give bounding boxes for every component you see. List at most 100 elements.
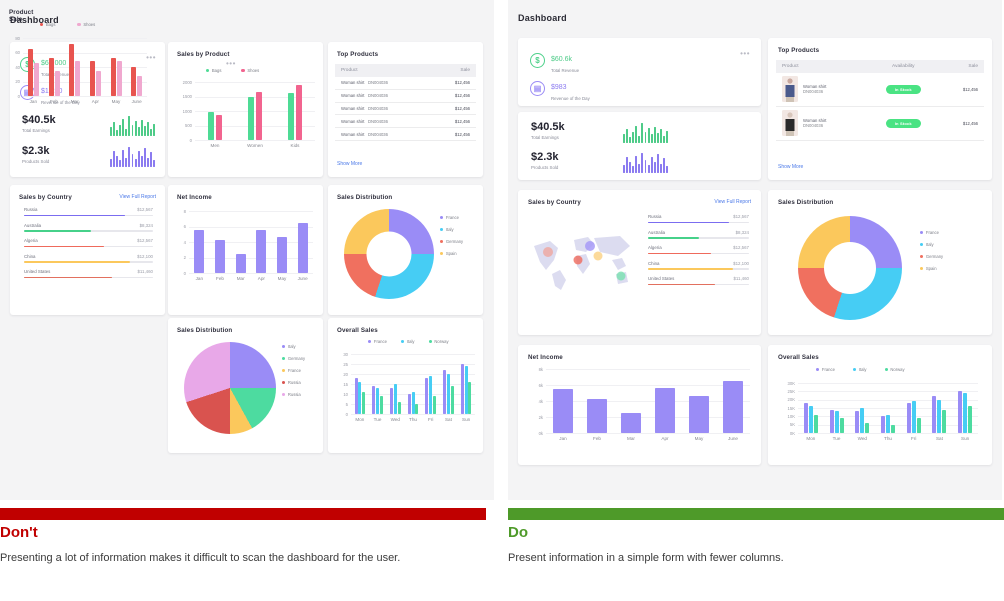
country-name: Russia <box>648 214 662 219</box>
x-axis-label: Apr <box>91 99 99 104</box>
legend-color-dot <box>400 339 405 344</box>
dont-color-bar <box>0 508 486 520</box>
net-income-chart: 0 2 4 6 8 Jan Feb Mar Apr May June <box>177 209 313 285</box>
chart-bar <box>932 396 937 433</box>
top-products-table: Product Sale Woman shirt DN004036 $12,456 W… <box>335 64 476 141</box>
ellipsis-icon[interactable]: ••• <box>226 60 236 68</box>
donut-hole <box>824 242 876 294</box>
legend-item: Germany <box>282 356 305 361</box>
y-axis-tick: 0 <box>183 270 186 276</box>
chart-bar <box>906 403 911 433</box>
legend-item: Italy <box>440 227 463 232</box>
table-row[interactable]: Woman shirt DN004036 In Stock $12,456 <box>776 73 984 107</box>
donut-hole <box>366 231 412 277</box>
legend-item: Bags <box>40 22 55 27</box>
x-axis-label: Jan <box>195 276 204 281</box>
table-body: Woman shirt DN004036 In Stock $12,456 Woman … <box>776 73 984 141</box>
gridline <box>351 364 475 365</box>
legend-item: Norway <box>884 367 905 372</box>
gridline <box>189 226 313 227</box>
chart-bar <box>95 70 101 96</box>
x-axis-label: Mon <box>806 436 816 441</box>
show-more-link[interactable]: Show More <box>337 161 362 167</box>
legend-label: Germany <box>445 239 464 244</box>
legend-item: Germany <box>440 239 463 244</box>
country-name: China <box>648 260 660 266</box>
product-name: Woman shirt <box>341 118 365 124</box>
legend-item: Russia <box>282 380 305 385</box>
chart-bar <box>116 61 122 96</box>
table-row[interactable]: Woman shirt DN004036 $12,456 <box>335 77 476 90</box>
table-row[interactable]: Woman shirt DN004036 $12,456 <box>335 102 476 116</box>
ellipsis-icon[interactable]: ••• <box>740 50 750 58</box>
chart-bar <box>553 389 573 433</box>
legend-color-dot <box>440 215 444 220</box>
progress-fill <box>24 261 130 263</box>
net-income-card: Net Income 0 2 4 6 8 Jan Feb Mar Apr May June <box>168 185 323 315</box>
chart-bar <box>834 411 839 433</box>
chart-bar <box>397 402 401 414</box>
legend-color-dot <box>428 339 432 344</box>
show-more-link[interactable]: Show More <box>778 164 803 170</box>
ellipsis-icon[interactable]: ••• <box>146 54 156 62</box>
table-row[interactable]: Woman shirt DN004036 $12,456 <box>335 127 476 141</box>
legend-label: Italy <box>925 242 934 247</box>
progress-fill <box>648 268 733 270</box>
table-row[interactable]: Woman shirt DN004036 $12,456 <box>335 114 476 129</box>
legend-label: Germany <box>287 356 306 361</box>
legend-label: France <box>445 215 459 220</box>
chart-bar <box>433 396 436 414</box>
table-row[interactable]: Woman shirt DN004036 $12,456 <box>335 89 476 103</box>
product-code: DN004036 <box>367 93 388 99</box>
comparison-page: Dashboard ••• $ $60,000 Total Revenue ▤ … <box>0 0 1004 601</box>
legend-item: Shoes <box>77 22 95 27</box>
progress-fill <box>648 252 711 255</box>
legend-label: Norway <box>434 339 449 344</box>
x-axis-label: Sun <box>462 417 471 422</box>
product-thumbnail <box>782 76 798 103</box>
chart-bar <box>968 406 973 433</box>
chart-bar <box>407 394 411 414</box>
legend-color-dot <box>920 266 924 271</box>
y-axis-tick: 5 <box>345 401 348 407</box>
product-code: DN004036 <box>367 118 388 124</box>
x-axis-label: May <box>277 276 287 281</box>
table-row[interactable]: Woman shirt DN004036 In Stock $12,456 <box>776 106 984 141</box>
x-axis-label: Jan <box>29 99 38 104</box>
y-axis-tick: 1500 <box>182 94 192 99</box>
gridline <box>798 433 978 434</box>
total-earnings-value: $40.5k <box>531 121 565 133</box>
gridline <box>23 81 147 82</box>
product-cell: Woman shirt DN004036 <box>776 73 866 107</box>
net-income-card: Net Income 0k 2k 4k 6k 8k Jan Feb Mar Apr May June <box>518 345 761 465</box>
legend-color-dot <box>282 356 286 361</box>
products-sold-label: Products Sold <box>531 164 559 170</box>
y-axis-tick: 500 <box>185 123 192 128</box>
chart-bar <box>813 414 818 433</box>
gridline <box>351 354 475 355</box>
product-code: DN004036 <box>367 131 388 137</box>
chart-bar <box>376 388 380 414</box>
product-thumbnail <box>782 110 798 137</box>
view-full-report-link[interactable]: View Full Report <box>119 194 156 200</box>
card-title: Product Sale <box>9 9 34 23</box>
gridline <box>189 273 313 274</box>
card-title: Top Products <box>337 51 379 58</box>
country-value: $11,460 <box>137 269 153 275</box>
world-map-graphic <box>534 236 630 290</box>
progress-fill <box>648 221 729 224</box>
chart-bar <box>464 366 468 414</box>
country-row: Algeria $12,567 <box>24 238 153 248</box>
chart-bar <box>389 388 393 414</box>
sales-distribution-card: Sales Distribution France Italy Germany Spa… <box>328 185 483 315</box>
sale-cell: $12,456 <box>431 127 476 141</box>
country-value: $8,324 <box>735 229 749 235</box>
chart-bar <box>131 67 137 96</box>
y-axis-tick: 20K <box>787 397 795 403</box>
country-list: Russia $12,567 Australia $8,324 Algeria $12,5… <box>24 207 153 285</box>
chart-bar <box>655 388 675 433</box>
chart-bar <box>372 386 376 414</box>
view-full-report-link[interactable]: View Full Report <box>714 199 751 205</box>
x-axis-label: June <box>131 99 142 104</box>
country-value: $12,100 <box>733 260 749 266</box>
